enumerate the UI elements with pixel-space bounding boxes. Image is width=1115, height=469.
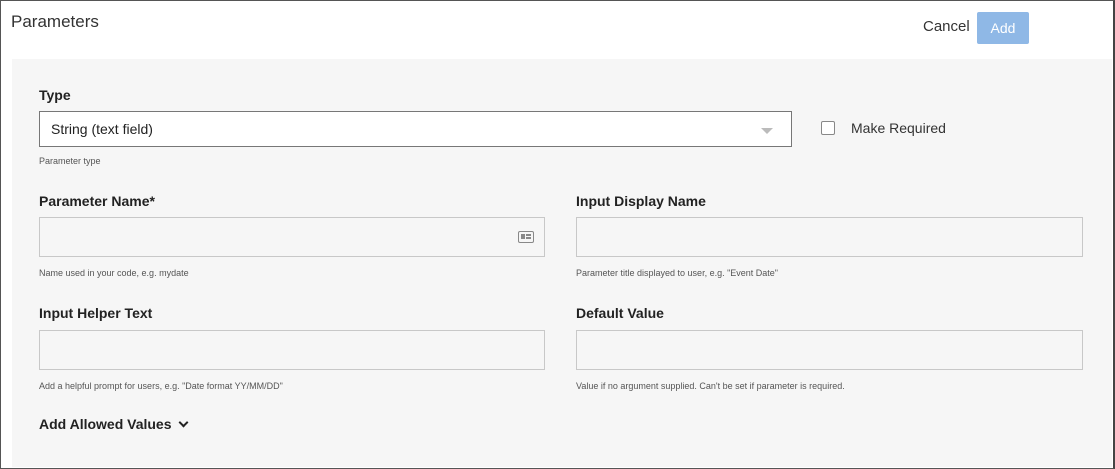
type-select[interactable]: String (text field) xyxy=(39,111,792,147)
parameter-name-field[interactable] xyxy=(39,217,545,257)
make-required-checkbox[interactable] xyxy=(821,121,835,135)
dialog-header: Parameters Cancel Add xyxy=(1,1,1113,59)
default-value-field[interactable] xyxy=(576,330,1083,370)
type-helper-text: Parameter type xyxy=(39,156,101,166)
card-icon[interactable] xyxy=(518,231,534,243)
type-select-value: String (text field) xyxy=(51,121,153,137)
default-value-label: Default Value xyxy=(576,305,664,321)
make-required-label: Make Required xyxy=(851,120,946,136)
parameter-name-label: Parameter Name* xyxy=(39,193,155,209)
input-helper-text-helper: Add a helpful prompt for users, e.g. "Da… xyxy=(39,381,283,391)
form-panel: Type String (text field) Make Required P… xyxy=(12,59,1112,467)
add-button[interactable]: Add xyxy=(977,12,1029,44)
input-helper-text-label: Input Helper Text xyxy=(39,305,153,321)
cancel-button[interactable]: Cancel xyxy=(923,18,970,35)
input-helper-text-field[interactable] xyxy=(39,330,545,370)
input-display-name-label: Input Display Name xyxy=(576,193,706,209)
input-display-name-helper: Parameter title displayed to user, e.g. … xyxy=(576,268,778,278)
dialog-title: Parameters xyxy=(11,12,99,31)
type-label: Type xyxy=(39,87,71,103)
add-allowed-values-label: Add Allowed Values xyxy=(39,416,172,432)
default-value-helper: Value if no argument supplied. Can't be … xyxy=(576,381,845,391)
parameter-name-helper: Name used in your code, e.g. mydate xyxy=(39,268,189,278)
add-allowed-values-toggle[interactable]: Add Allowed Values xyxy=(39,416,188,432)
chevron-down-icon xyxy=(178,417,188,428)
parameters-dialog: Parameters Cancel Add Type String (text … xyxy=(0,0,1115,469)
input-display-name-field[interactable] xyxy=(576,217,1083,257)
caret-down-icon xyxy=(761,128,773,134)
